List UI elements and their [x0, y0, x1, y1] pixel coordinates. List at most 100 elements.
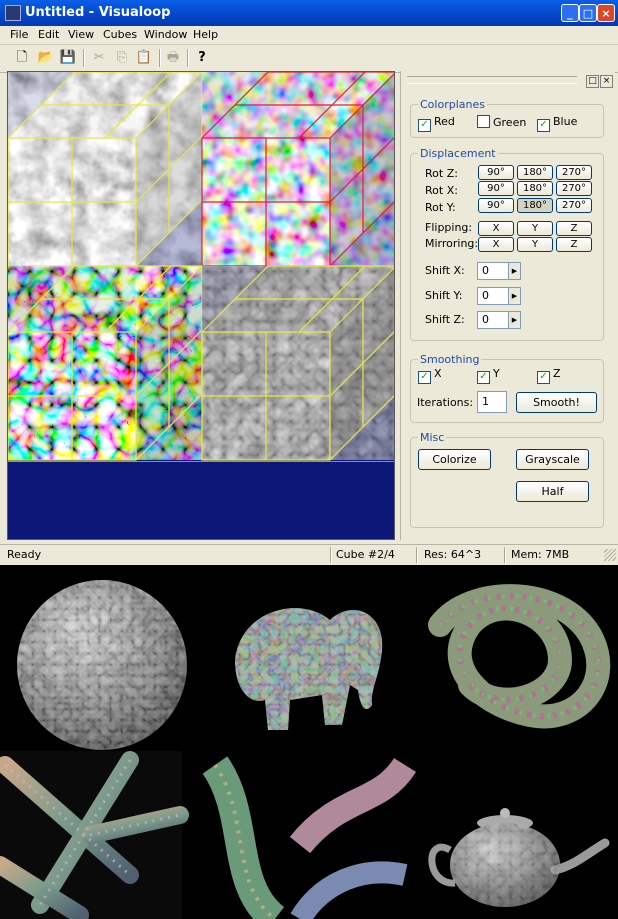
- green-checkbox[interactable]: Green: [477, 115, 526, 129]
- rot-z-270-button[interactable]: 270°: [556, 165, 592, 180]
- colorplanes-title: Colorplanes: [418, 98, 487, 111]
- knot-render: [428, 584, 611, 729]
- colorize-button[interactable]: Colorize: [418, 449, 491, 470]
- maximize-button[interactable]: □: [579, 4, 597, 22]
- panel-gripper[interactable]: [407, 76, 577, 84]
- smooth-y-check-icon: ✓: [477, 371, 490, 384]
- rot-x-270-button[interactable]: 270°: [556, 181, 592, 196]
- status-memory: Mem: 7MB: [511, 548, 570, 561]
- blue-checkbox[interactable]: ✓ Blue: [537, 115, 577, 132]
- shift-z-field[interactable]: 0 ▶: [477, 311, 521, 329]
- rot-y-270-button[interactable]: 270°: [556, 198, 592, 213]
- flip-z-button[interactable]: Z: [556, 221, 592, 236]
- rot-x-90-button[interactable]: 90°: [478, 181, 514, 196]
- toolbar-separator: [159, 49, 161, 67]
- smooth-y-checkbox[interactable]: ✓ Y: [477, 367, 500, 384]
- elephant-render: [235, 608, 383, 731]
- smooth-z-check-icon: ✓: [537, 371, 550, 384]
- red-check-icon: ✓: [418, 119, 431, 132]
- smooth-button[interactable]: Smooth!: [516, 392, 597, 413]
- smooth-z-checkbox[interactable]: ✓ Z: [537, 367, 561, 384]
- menu-file[interactable]: File: [10, 28, 28, 41]
- cube-2[interactable]: [201, 72, 395, 267]
- menu-edit[interactable]: Edit: [38, 28, 59, 41]
- toolbar-separator: [187, 49, 189, 67]
- window-title: Untitled - Visualoop: [25, 5, 171, 20]
- help-icon[interactable]: ?: [192, 48, 212, 68]
- status-bar: Ready Cube #2/4 Res: 64^3 Mem: 7MB: [0, 544, 618, 565]
- status-resolution: Res: 64^3: [424, 548, 482, 561]
- mirror-z-button[interactable]: Z: [556, 237, 592, 252]
- panel-dock-button[interactable]: □: [586, 75, 599, 88]
- paste-icon[interactable]: 📋: [134, 48, 154, 68]
- shift-x-label: Shift X:: [425, 264, 465, 277]
- green-check-icon: [477, 115, 490, 128]
- spin-right-icon[interactable]: ▶: [508, 288, 520, 304]
- rot-z-90-button[interactable]: 90°: [478, 165, 514, 180]
- status-cube: Cube #2/4: [336, 548, 395, 561]
- rot-y-90-button[interactable]: 90°: [478, 198, 514, 213]
- branches-render: [0, 751, 189, 919]
- resize-grip-icon[interactable]: [604, 549, 616, 561]
- iterations-field[interactable]: 1: [477, 391, 507, 413]
- shift-y-field[interactable]: 0 ▶: [477, 287, 521, 305]
- cube-viewport[interactable]: [7, 71, 395, 540]
- shift-y-label: Shift Y:: [425, 289, 463, 302]
- flip-x-button[interactable]: X: [478, 221, 514, 236]
- half-button[interactable]: Half: [516, 481, 589, 502]
- menu-window[interactable]: Window: [144, 28, 187, 41]
- menu-view[interactable]: View: [68, 28, 94, 41]
- save-icon[interactable]: 💾: [58, 48, 78, 68]
- rot-z-label: Rot Z:: [425, 167, 458, 180]
- displacement-title: Displacement: [418, 147, 498, 160]
- copy-icon[interactable]: ⎘: [112, 48, 132, 68]
- cube-4[interactable]: [201, 265, 395, 461]
- open-icon[interactable]: 📂: [36, 48, 56, 68]
- mirroring-label: Mirroring:: [425, 237, 479, 250]
- smooth-x-check-icon: ✓: [418, 371, 431, 384]
- app-icon[interactable]: [5, 5, 21, 21]
- flip-y-button[interactable]: Y: [517, 221, 553, 236]
- shift-z-label: Shift Z:: [425, 313, 465, 326]
- status-separator: [416, 547, 418, 563]
- shift-x-field[interactable]: 0 ▶: [477, 262, 521, 280]
- rot-x-label: Rot X:: [425, 184, 458, 197]
- sphere-render: [17, 580, 187, 750]
- blue-check-icon: ✓: [537, 119, 550, 132]
- toolbar-separator: [83, 49, 85, 67]
- viewport-empty-area: [8, 461, 394, 539]
- mirror-x-button[interactable]: X: [478, 237, 514, 252]
- flipping-label: Flipping:: [425, 221, 473, 234]
- minimize-button[interactable]: _: [561, 4, 579, 22]
- cut-icon[interactable]: ✂: [89, 48, 109, 68]
- cube-1[interactable]: [8, 72, 203, 267]
- new-icon[interactable]: 🗋: [12, 48, 32, 68]
- mirror-y-button[interactable]: Y: [517, 237, 553, 252]
- rot-z-180-button[interactable]: 180°: [517, 165, 553, 180]
- application-window: Untitled - Visualoop _ □ × File Edit Vie…: [0, 0, 618, 565]
- status-ready: Ready: [7, 548, 42, 561]
- title-bar: Untitled - Visualoop _ □ ×: [0, 0, 618, 26]
- spin-right-icon[interactable]: ▶: [508, 312, 520, 328]
- iterations-label: Iterations:: [417, 396, 474, 409]
- status-separator: [504, 547, 506, 563]
- menu-cubes[interactable]: Cubes: [103, 28, 137, 41]
- panel-close-button[interactable]: ×: [600, 75, 613, 88]
- smooth-x-checkbox[interactable]: ✓ X: [418, 367, 442, 384]
- cube-3[interactable]: [8, 265, 203, 461]
- spin-right-icon[interactable]: ▶: [508, 263, 520, 279]
- print-icon[interactable]: 🖶: [163, 48, 183, 68]
- menu-help[interactable]: Help: [193, 28, 218, 41]
- teapot-render: [428, 808, 610, 907]
- tubes-render: [202, 751, 417, 919]
- grayscale-button[interactable]: Grayscale: [516, 449, 589, 470]
- smoothing-title: Smoothing: [418, 353, 482, 366]
- render-gallery: [0, 580, 611, 919]
- misc-title: Misc: [418, 431, 447, 444]
- rot-x-180-button[interactable]: 180°: [517, 181, 553, 196]
- menu-bar: File Edit View Cubes Window Help: [0, 26, 618, 45]
- rot-y-180-button[interactable]: 180°: [517, 198, 553, 213]
- status-separator: [330, 547, 332, 563]
- close-button[interactable]: ×: [597, 4, 615, 22]
- red-checkbox[interactable]: ✓ Red: [418, 115, 455, 132]
